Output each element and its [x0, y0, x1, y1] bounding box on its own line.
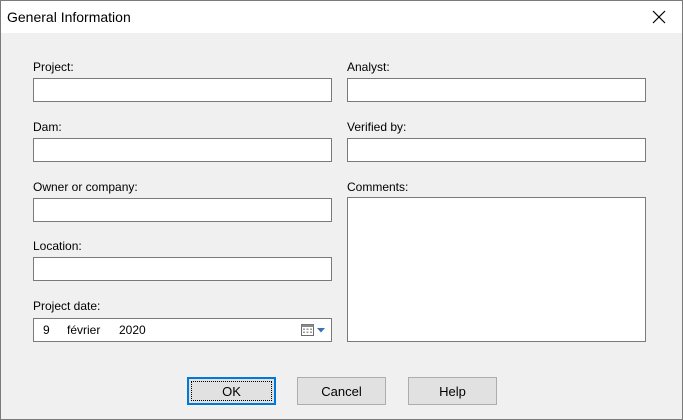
- location-input[interactable]: [33, 257, 332, 281]
- cancel-button[interactable]: Cancel: [297, 377, 386, 405]
- dam-label: Dam:: [33, 120, 62, 134]
- help-button[interactable]: Help: [408, 377, 497, 405]
- general-information-dialog: General Information Project: Dam: Owner …: [0, 0, 683, 420]
- close-button[interactable]: [636, 1, 682, 33]
- comments-textarea[interactable]: [347, 197, 646, 342]
- verified-by-input[interactable]: [347, 138, 646, 162]
- ok-button[interactable]: OK: [187, 377, 276, 405]
- calendar-dropdown-button[interactable]: [299, 322, 329, 338]
- project-label: Project:: [33, 60, 74, 74]
- comments-label: Comments:: [347, 180, 409, 194]
- help-button-label: Help: [439, 383, 466, 399]
- calendar-icon: [301, 324, 325, 336]
- project-input[interactable]: [33, 78, 332, 102]
- date-day[interactable]: 9: [43, 323, 50, 337]
- chevron-down-icon: [317, 328, 325, 333]
- analyst-input[interactable]: [347, 78, 646, 102]
- dam-input[interactable]: [33, 138, 332, 162]
- close-icon: [652, 10, 666, 24]
- cancel-button-label: Cancel: [321, 383, 362, 399]
- project-date-picker[interactable]: 9 février 2020: [33, 318, 332, 342]
- date-year[interactable]: 2020: [119, 323, 146, 337]
- project-date-label: Project date:: [33, 299, 101, 313]
- ok-button-label: OK: [222, 383, 241, 399]
- verified-by-label: Verified by:: [347, 120, 407, 134]
- dialog-title: General Information: [7, 9, 131, 25]
- title-bar: General Information: [1, 1, 682, 33]
- owner-label: Owner or company:: [33, 180, 138, 194]
- analyst-label: Analyst:: [347, 60, 390, 74]
- location-label: Location:: [33, 239, 82, 253]
- owner-input[interactable]: [33, 198, 332, 222]
- date-month[interactable]: février: [67, 323, 100, 337]
